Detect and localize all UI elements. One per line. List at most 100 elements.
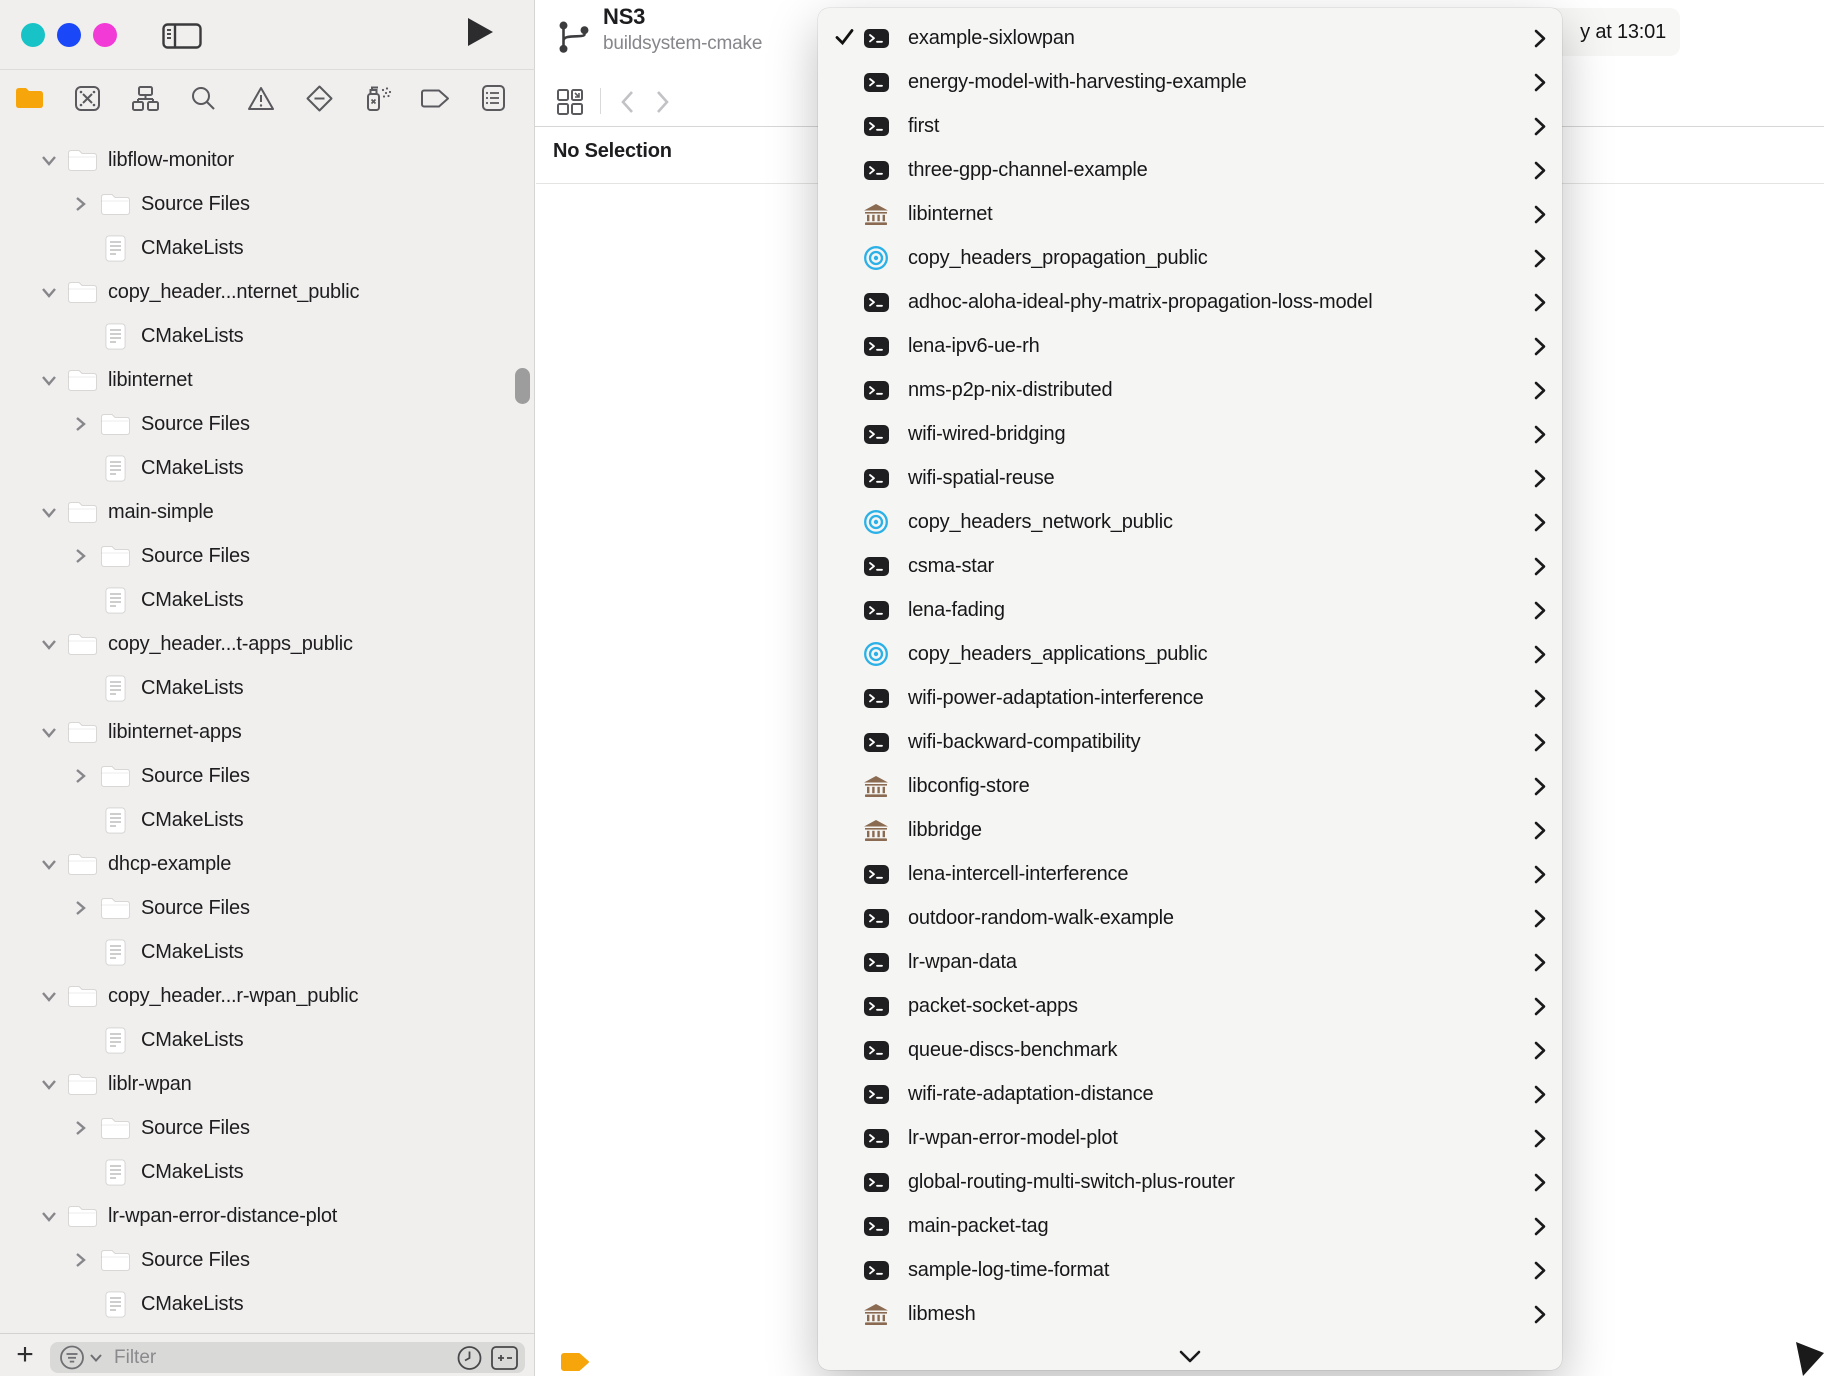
minimize-window-button[interactable] bbox=[57, 23, 81, 47]
find-navigator-tab[interactable] bbox=[174, 70, 232, 126]
scheme-menu-item[interactable]: wifi-spatial-reuse bbox=[818, 456, 1562, 500]
breakpoint-navigator-tab[interactable] bbox=[406, 70, 464, 126]
tree-row[interactable]: dhcp-example bbox=[0, 842, 534, 886]
plus-minus-icon[interactable] bbox=[490, 1344, 519, 1372]
changes-navigator-tab[interactable] bbox=[58, 70, 116, 126]
chevron-down-icon[interactable] bbox=[40, 1207, 58, 1225]
chevron-down-icon[interactable] bbox=[40, 635, 58, 653]
filter-field[interactable] bbox=[50, 1342, 525, 1373]
related-items-icon[interactable] bbox=[556, 84, 584, 121]
tree-row[interactable]: CMakeLists bbox=[0, 666, 534, 710]
zoom-window-button[interactable] bbox=[93, 23, 117, 47]
scheme-menu-item[interactable]: lena-intercell-interference bbox=[818, 852, 1562, 896]
tree-row[interactable]: copy_header...t-apps_public bbox=[0, 622, 534, 666]
close-window-button[interactable] bbox=[21, 23, 45, 47]
scheme-menu-item[interactable]: wifi-backward-compatibility bbox=[818, 720, 1562, 764]
symbols-navigator-tab[interactable] bbox=[116, 70, 174, 126]
scheme-menu-item[interactable]: lr-wpan-data bbox=[818, 940, 1562, 984]
tree-row[interactable]: CMakeLists bbox=[0, 798, 534, 842]
scheme-menu-item[interactable]: main-packet-tag bbox=[818, 1204, 1562, 1248]
tree-row[interactable]: Source Files bbox=[0, 182, 534, 226]
scheme-menu-item[interactable]: csma-star bbox=[818, 544, 1562, 588]
tree-row[interactable]: CMakeLists bbox=[0, 314, 534, 358]
scheme-menu-item[interactable]: global-routing-multi-switch-plus-router bbox=[818, 1160, 1562, 1204]
scheme-menu-item[interactable]: copy_headers_applications_public bbox=[818, 632, 1562, 676]
tree-row[interactable]: liblr-wpan bbox=[0, 1062, 534, 1106]
chevron-down-icon[interactable] bbox=[40, 283, 58, 301]
chevron-right-icon[interactable] bbox=[73, 194, 87, 214]
chevron-down-icon[interactable] bbox=[40, 855, 58, 873]
scheme-menu-item[interactable]: outdoor-random-walk-example bbox=[818, 896, 1562, 940]
scheme-menu-item[interactable]: wifi-power-adaptation-interference bbox=[818, 676, 1562, 720]
scheme-menu-item[interactable]: example-sixlowpan bbox=[818, 16, 1562, 60]
tree-row[interactable]: CMakeLists bbox=[0, 1018, 534, 1062]
tree-row[interactable]: lr-wpan-error-distance-plot bbox=[0, 1194, 534, 1238]
project-navigator-tab[interactable] bbox=[0, 70, 58, 126]
tree-row[interactable]: CMakeLists bbox=[0, 1150, 534, 1194]
tree-row[interactable]: copy_header...r-wpan_public bbox=[0, 974, 534, 1018]
filter-input[interactable] bbox=[108, 1347, 455, 1369]
scheme-menu-item[interactable]: lena-fading bbox=[818, 588, 1562, 632]
scheme-menu-item[interactable]: energy-model-with-harvesting-example bbox=[818, 60, 1562, 104]
tree-row[interactable]: Source Files bbox=[0, 402, 534, 446]
chevron-right-icon[interactable] bbox=[73, 1250, 87, 1270]
chevron-right-icon[interactable] bbox=[73, 898, 87, 918]
chevron-down-icon[interactable] bbox=[40, 723, 58, 741]
chevron-right-icon[interactable] bbox=[73, 766, 87, 786]
scheme-menu-item[interactable]: copy_headers_propagation_public bbox=[818, 236, 1562, 280]
scheme-menu-item[interactable]: packet-socket-apps bbox=[818, 984, 1562, 1028]
scheme-menu-item[interactable]: adhoc-aloha-ideal-phy-matrix-propagation… bbox=[818, 280, 1562, 324]
bookmark-tag-icon[interactable] bbox=[560, 1351, 591, 1376]
scheme-menu-item[interactable]: libinternet bbox=[818, 192, 1562, 236]
test-navigator-tab[interactable] bbox=[290, 70, 348, 126]
tree-row[interactable]: libinternet bbox=[0, 358, 534, 402]
tree-row[interactable]: Source Files bbox=[0, 886, 534, 930]
chevron-down-icon[interactable] bbox=[40, 371, 58, 389]
chevron-down-icon[interactable] bbox=[40, 987, 58, 1005]
tree-row[interactable]: CMakeLists bbox=[0, 446, 534, 490]
scheme-menu-item[interactable]: wifi-wired-bridging bbox=[818, 412, 1562, 456]
chevron-right-icon[interactable] bbox=[73, 414, 87, 434]
forward-button[interactable] bbox=[652, 88, 672, 121]
scheme-menu-item[interactable]: three-gpp-channel-example bbox=[818, 148, 1562, 192]
tree-row[interactable]: CMakeLists bbox=[0, 578, 534, 622]
scheme-menu-item[interactable]: nms-p2p-nix-distributed bbox=[818, 368, 1562, 412]
scheme-menu-item[interactable]: libconfig-store bbox=[818, 764, 1562, 808]
scheme-menu-item[interactable]: wifi-rate-adaptation-distance bbox=[818, 1072, 1562, 1116]
tree-row[interactable]: main-simple bbox=[0, 490, 534, 534]
tree-row[interactable]: libinternet-apps bbox=[0, 710, 534, 754]
tree-row[interactable]: libflow-monitor bbox=[0, 138, 534, 182]
report-navigator-tab[interactable] bbox=[464, 70, 522, 126]
scheme-menu-item[interactable]: first bbox=[818, 104, 1562, 148]
chevron-down-icon[interactable] bbox=[40, 503, 58, 521]
play-button[interactable] bbox=[468, 18, 493, 46]
scheme-menu-item[interactable]: sample-log-time-format bbox=[818, 1248, 1562, 1292]
scheme-menu-item[interactable]: libmesh bbox=[818, 1292, 1562, 1336]
tree-row[interactable]: CMakeLists bbox=[0, 930, 534, 974]
sidebar-toggle-icon[interactable] bbox=[162, 23, 202, 54]
issue-navigator-tab[interactable] bbox=[232, 70, 290, 126]
scheme-menu-item[interactable]: copy_headers_network_public bbox=[818, 500, 1562, 544]
scroll-more-chevron-icon[interactable] bbox=[818, 1350, 1562, 1364]
debug-navigator-tab[interactable] bbox=[348, 70, 406, 126]
tree-row[interactable]: CMakeLists bbox=[0, 226, 534, 270]
tree-row[interactable]: Source Files bbox=[0, 754, 534, 798]
clock-icon[interactable] bbox=[455, 1344, 484, 1372]
tree-row[interactable]: copy_header...nternet_public bbox=[0, 270, 534, 314]
scheme-menu-item[interactable]: queue-discs-benchmark bbox=[818, 1028, 1562, 1072]
scheme-menu-item[interactable]: lr-wpan-error-model-plot bbox=[818, 1116, 1562, 1160]
scheme-menu-item[interactable]: lena-ipv6-ue-rh bbox=[818, 324, 1562, 368]
scheme-menu-item[interactable]: libbridge bbox=[818, 808, 1562, 852]
chevron-right-icon[interactable] bbox=[73, 546, 87, 566]
filter-icon[interactable] bbox=[58, 1343, 108, 1372]
add-button[interactable]: + bbox=[0, 1337, 50, 1373]
back-button[interactable] bbox=[618, 88, 638, 121]
tree-row[interactable]: Source Files bbox=[0, 1106, 534, 1150]
scrollbar-thumb[interactable] bbox=[515, 368, 530, 404]
tree-row[interactable]: Source Files bbox=[0, 534, 534, 578]
chevron-down-icon[interactable] bbox=[40, 1075, 58, 1093]
tree-row[interactable]: Source Files bbox=[0, 1238, 534, 1282]
tree-row[interactable]: CMakeLists bbox=[0, 1282, 534, 1326]
chevron-right-icon[interactable] bbox=[73, 1118, 87, 1138]
chevron-down-icon[interactable] bbox=[40, 151, 58, 169]
